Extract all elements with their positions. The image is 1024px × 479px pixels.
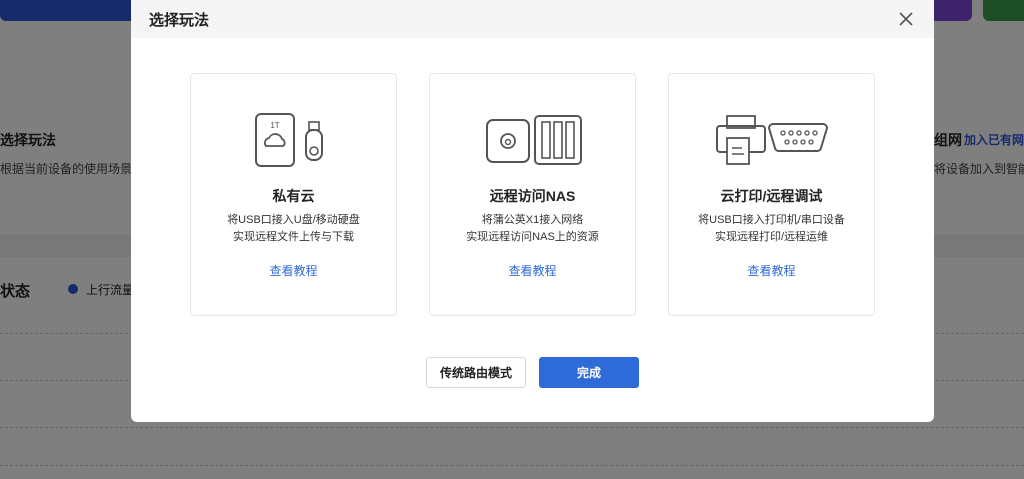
- done-button[interactable]: 完成: [539, 357, 639, 388]
- tutorial-link[interactable]: 查看教程: [747, 262, 795, 279]
- tutorial-link[interactable]: 查看教程: [269, 262, 317, 279]
- svg-text:1T: 1T: [270, 121, 279, 130]
- usb-disk-icon: 1T: [254, 113, 323, 167]
- card-desc: 实现远程访问NAS上的资源: [466, 231, 599, 243]
- card-desc: 将USB口接入打印机/串口设备: [698, 214, 845, 226]
- close-icon[interactable]: [896, 9, 916, 29]
- traditional-router-mode-button[interactable]: 传统路由模式: [426, 357, 526, 388]
- card-cloud-print[interactable]: 云打印/远程调试 将USB口接入打印机/串口设备 实现远程打印/远程运维 查看教程: [668, 73, 875, 316]
- printer-serial-icon: [715, 115, 828, 165]
- card-title: 云打印/远程调试: [720, 188, 823, 204]
- card-private-cloud[interactable]: 1T 私有云 将USB口接入U盘/移动硬盘 实现远程文件上传与下载 查看教程: [190, 73, 397, 316]
- card-desc: 将蒲公英X1接入网络: [481, 214, 584, 226]
- dialog-title: 选择玩法: [131, 0, 934, 38]
- card-title: 私有云: [272, 188, 315, 204]
- card-title: 远程访问NAS: [489, 188, 576, 204]
- card-desc: 实现远程文件上传与下载: [233, 231, 354, 243]
- card-desc: 实现远程打印/远程运维: [714, 231, 829, 243]
- tutorial-link[interactable]: 查看教程: [508, 262, 556, 279]
- card-remote-nas[interactable]: 远程访问NAS 将蒲公英X1接入网络实现远程访问NAS上的资源 查看教程: [429, 73, 636, 316]
- nas-icon: [485, 115, 582, 165]
- card-desc: 将USB口接入U盘/移动硬盘: [227, 214, 360, 226]
- select-mode-dialog: 选择玩法 1T 私有云 将USB口接入U盘/移动硬盘 实现远程文件上传与下载 查看…: [131, 0, 934, 422]
